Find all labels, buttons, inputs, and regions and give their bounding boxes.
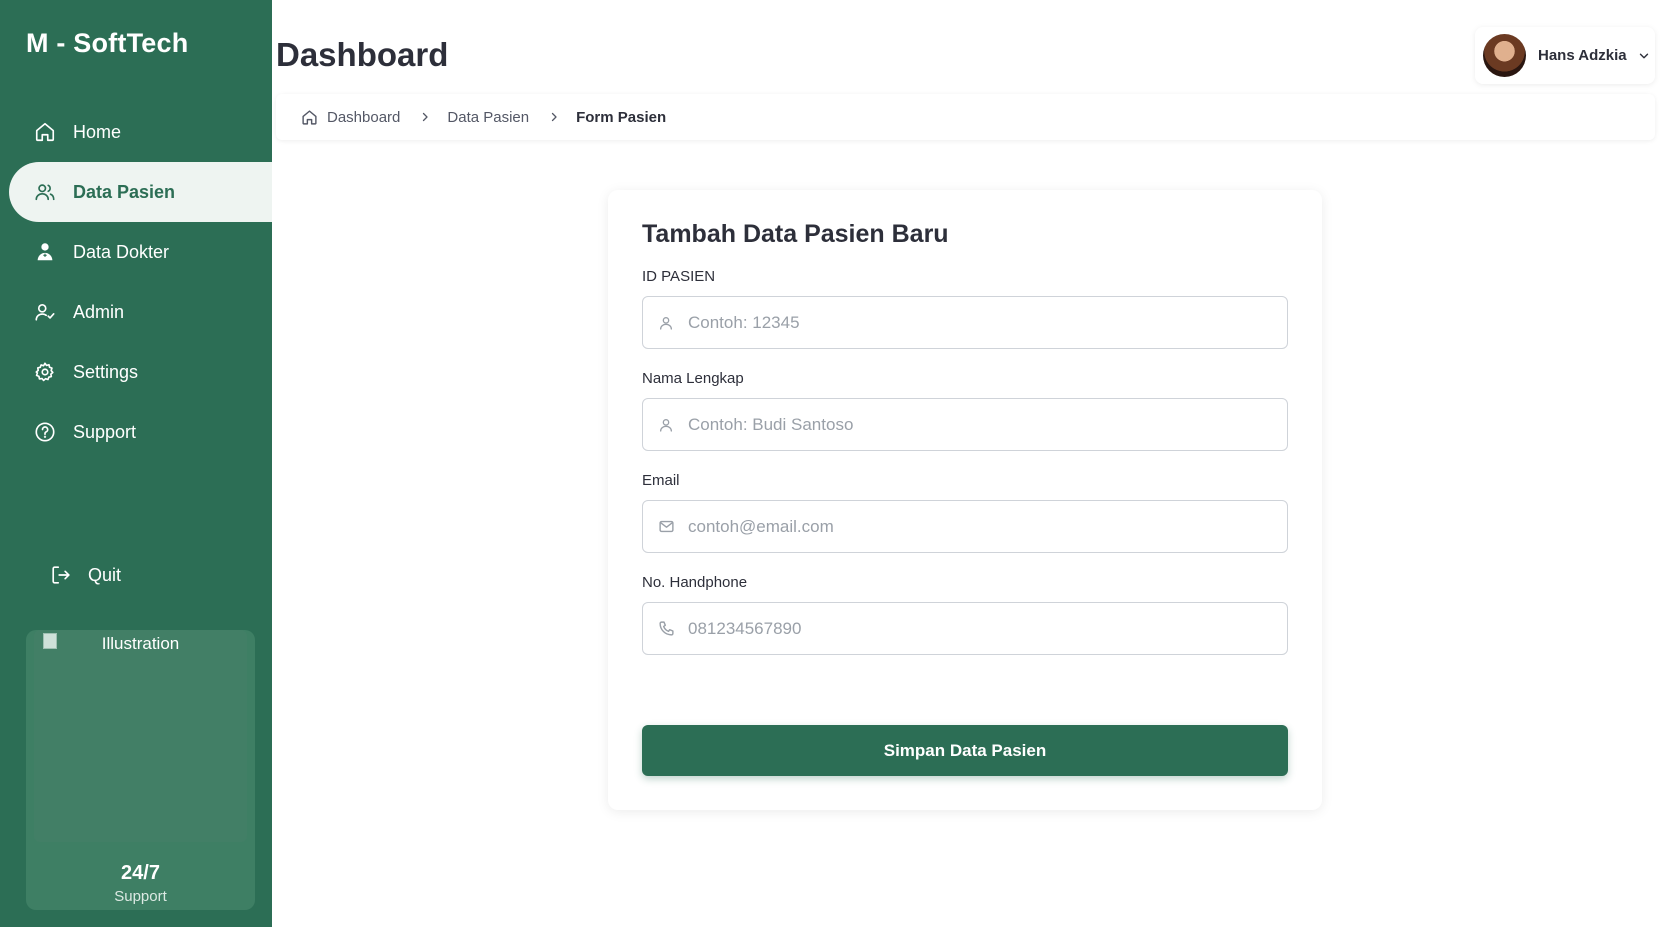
nama-lengkap-field[interactable] [642,398,1288,451]
brand-logo: M - SoftTech [26,28,189,58]
chevron-right-icon [548,111,560,123]
nama-lengkap-input[interactable] [688,414,1268,435]
sidebar-nav: Home Data Pasien Data Dokter Admin Setti… [0,102,272,462]
support-promo-card: Illustration 24/7 Support [26,630,255,910]
breadcrumb-dashboard[interactable]: Dashboard [301,109,400,126]
sidebar-item-label: Home [73,121,122,142]
sidebar: M - SoftTech Home Data Pasien Data Dokte… [0,0,272,927]
sidebar-item-admin[interactable]: Admin [0,282,272,342]
home-icon [33,120,57,144]
promo-title: 24/7 [121,862,160,884]
email-field[interactable] [642,500,1288,553]
quit-button[interactable]: Quit [50,561,121,589]
no-handphone-field[interactable] [642,602,1288,655]
id-pasien-input[interactable] [688,312,1268,333]
quit-label: Quit [88,564,122,585]
nama-lengkap-label: Nama Lengkap [642,370,744,387]
home-icon [301,109,318,126]
user-name: Hans Adzkia [1538,47,1627,64]
sidebar-item-home[interactable]: Home [0,102,272,162]
id-pasien-label: ID PASIEN [642,268,716,285]
patient-form-card: Tambah Data Pasien Baru ID PASIEN Nama L… [608,190,1322,810]
breadcrumb-data-pasien[interactable]: Data Pasien [447,109,529,126]
save-patient-button[interactable]: Simpan Data Pasien [642,725,1288,776]
no-handphone-input[interactable] [688,618,1268,639]
help-circle-icon [33,420,57,444]
page-title: Dashboard [276,36,449,73]
sidebar-item-label: Settings [73,361,139,382]
sidebar-item-label: Admin [73,301,125,322]
sidebar-item-settings[interactable]: Settings [0,342,272,402]
user-check-icon [33,300,57,324]
illustration-alt-text: Illustration [101,634,180,653]
sidebar-item-data-dokter[interactable]: Data Dokter [0,222,272,282]
illustration-image: Illustration [34,630,247,842]
avatar [1483,34,1526,77]
chevron-right-icon [419,111,431,123]
gear-icon [33,360,57,384]
no-handphone-label: No. Handphone [642,574,748,591]
sidebar-item-label: Support [73,421,137,442]
form-title: Tambah Data Pasien Baru [642,220,949,248]
sidebar-item-data-pasien[interactable]: Data Pasien [9,162,272,222]
phone-icon [657,620,675,638]
user-icon [657,416,675,434]
chevron-down-icon [1637,49,1651,63]
logout-icon [50,563,74,587]
promo-subtitle: Support [114,888,167,905]
app-root: M - SoftTech Home Data Pasien Data Dokte… [0,0,1680,927]
breadcrumb: Dashboard Data Pasien Form Pasien [276,94,1655,140]
user-icon [657,314,675,332]
sidebar-item-label: Data Pasien [73,181,176,202]
sidebar-item-label: Data Dokter [73,241,170,262]
user-menu[interactable]: Hans Adzkia [1475,27,1655,84]
breadcrumb-form-pasien: Form Pasien [576,108,667,126]
mail-icon [657,518,675,536]
doctor-icon [33,240,57,264]
id-pasien-field[interactable] [642,296,1288,349]
email-label: Email [642,472,680,489]
sidebar-item-support[interactable]: Support [0,402,272,462]
email-input[interactable] [688,516,1268,537]
breadcrumb-label: Dashboard [327,108,401,126]
users-icon [33,180,57,204]
